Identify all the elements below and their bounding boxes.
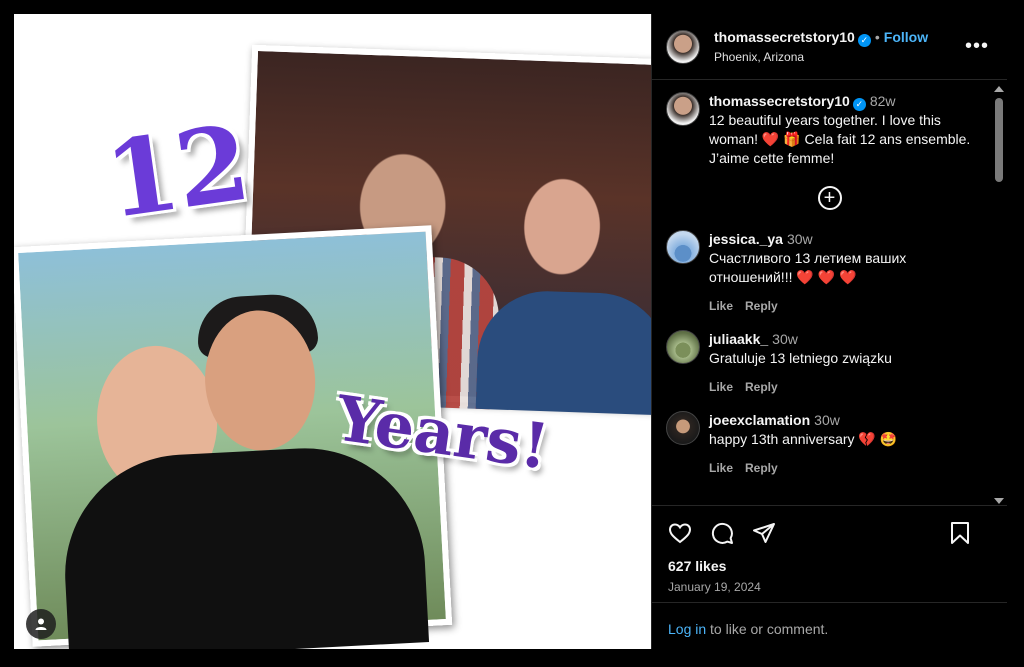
comment-time: 30w xyxy=(814,412,840,428)
post-actions: 627 likes January 19, 2024 Log in to lik… xyxy=(652,505,1007,649)
comment-icon[interactable] xyxy=(710,521,734,545)
post-header: thomassecretstory10 ✓ • Follow Phoenix, Ari… xyxy=(652,14,1007,80)
scrollbar-thumb[interactable] xyxy=(995,98,1003,182)
heart-icon[interactable] xyxy=(668,521,692,545)
divider xyxy=(652,602,1007,603)
comment-username[interactable]: jessica._ya xyxy=(709,231,783,247)
verified-icon: ✓ xyxy=(852,98,866,111)
login-prompt: Log in to like or comment. xyxy=(668,621,828,637)
avatar[interactable] xyxy=(666,230,700,264)
more-icon[interactable]: ••• xyxy=(965,35,989,58)
plus-circle-icon[interactable]: + xyxy=(817,186,842,210)
comment-text: happy 13th anniversary 💔 🤩 xyxy=(709,431,898,447)
caption: thomassecretstory10 ✓ 82w 12 beautiful yea… xyxy=(666,92,993,168)
avatar[interactable] xyxy=(666,411,700,445)
comment-text: Счастливого 13 летием ваших отношений!!!… xyxy=(709,250,907,285)
bookmark-icon[interactable] xyxy=(949,521,971,545)
like-comment-button[interactable]: Like xyxy=(709,380,733,394)
list-item: joeexclamation 30w happy 13th anniversary… xyxy=(666,411,993,478)
like-comment-button[interactable]: Like xyxy=(709,299,733,313)
like-comment-button[interactable]: Like xyxy=(709,461,733,475)
share-icon[interactable] xyxy=(752,521,776,545)
follow-button[interactable]: Follow xyxy=(884,29,928,45)
scroll-up-icon[interactable] xyxy=(994,86,1004,92)
caption-username[interactable]: thomassecretstory10 xyxy=(709,93,850,109)
caption-time: 82w xyxy=(869,93,896,109)
post-modal: 12 Years! thomassecretstory10 ✓ • Follow Ph… xyxy=(14,14,1007,649)
author-username[interactable]: thomassecretstory10 xyxy=(714,29,855,45)
user-tag-icon[interactable] xyxy=(26,609,56,639)
avatar[interactable] xyxy=(666,29,700,64)
post-location[interactable]: Phoenix, Arizona xyxy=(714,50,928,64)
comments-list: thomassecretstory10 ✓ 82w 12 beautiful yea… xyxy=(652,80,1007,505)
reply-button[interactable]: Reply xyxy=(745,461,778,475)
reply-button[interactable]: Reply xyxy=(745,299,778,313)
comment-time: 30w xyxy=(786,231,813,247)
caption-text: 12 beautiful years together. I love this… xyxy=(709,112,971,166)
list-item: juliaakk_ 30w Gratuluje 13 letniego związ… xyxy=(666,330,993,397)
likes-count[interactable]: 627 likes xyxy=(668,558,991,574)
photo-caption-12: 12 xyxy=(98,100,255,243)
avatar[interactable] xyxy=(666,92,700,126)
comment-text: Gratuluje 13 letniego związku xyxy=(709,350,892,366)
post-date: January 19, 2024 xyxy=(668,580,761,594)
avatar[interactable] xyxy=(666,330,700,364)
login-prompt-text: to like or comment. xyxy=(706,621,829,637)
post-sidebar: thomassecretstory10 ✓ • Follow Phoenix, Ari… xyxy=(651,14,1007,649)
comments-scrollbar[interactable] xyxy=(993,86,1005,504)
verified-icon: ✓ xyxy=(857,34,871,47)
scroll-down-icon[interactable] xyxy=(994,498,1004,504)
post-photo: 12 Years! xyxy=(14,14,651,649)
list-item: jessica._ya 30w Счастливого 13 летием ваш… xyxy=(666,230,993,316)
comment-username[interactable]: juliaakk_ xyxy=(709,331,768,347)
comment-time: 30w xyxy=(772,331,798,347)
reply-button[interactable]: Reply xyxy=(745,380,778,394)
login-link[interactable]: Log in xyxy=(668,621,706,637)
comment-username[interactable]: joeexclamation xyxy=(709,412,810,428)
separator-dot: • xyxy=(874,29,880,45)
